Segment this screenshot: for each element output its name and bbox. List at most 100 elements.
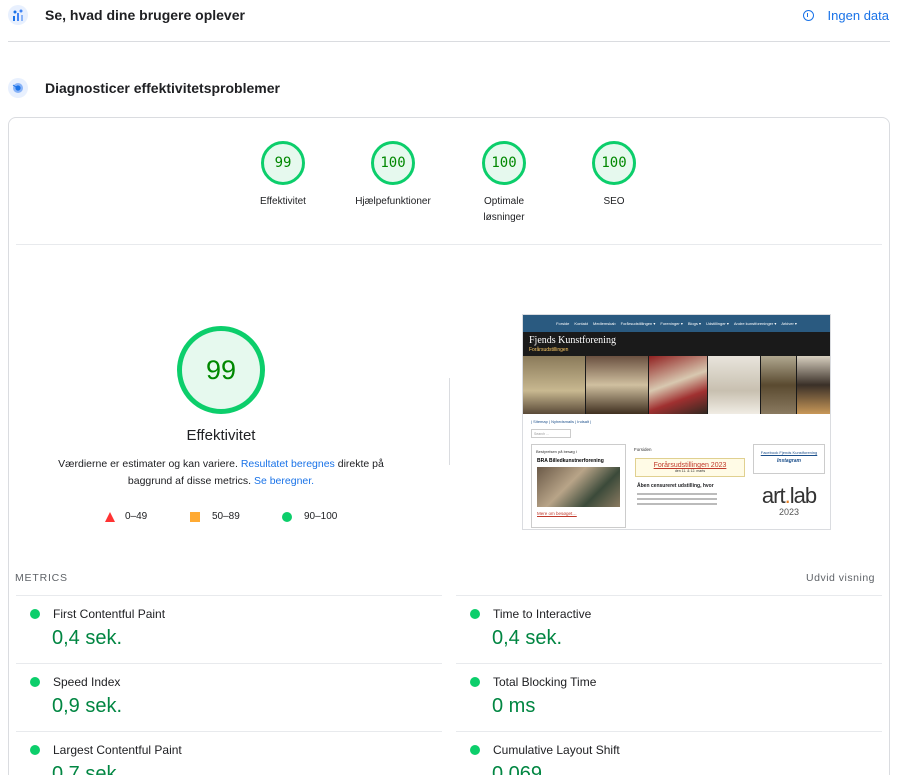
thumb-nav-item: Blogs ▾	[687, 321, 701, 326]
gauge-score: 100	[592, 141, 636, 185]
thumb-photo	[761, 356, 796, 414]
pass-circle-icon	[470, 677, 480, 687]
thumb-center: Forsiden Forårsudstillingen 2023 den 11.…	[631, 444, 749, 528]
users-chart-icon	[8, 5, 28, 25]
metric-name: Total Blocking Time	[493, 675, 597, 689]
vertical-divider	[449, 378, 450, 465]
thumb-photo	[797, 356, 830, 414]
divider	[16, 244, 882, 245]
field-data-title: Se, hvad dine brugere oplever	[45, 7, 245, 23]
metric-value: 0,7 sek.	[52, 763, 123, 775]
gauge-score: 99	[261, 141, 305, 185]
metric-value: 0,069	[492, 763, 543, 775]
thumb-photo	[537, 467, 620, 507]
calculator-link[interactable]: Se beregner.	[254, 475, 314, 487]
metric-name: Speed Index	[53, 675, 121, 689]
square-icon	[190, 511, 200, 522]
thumb-left-box: Bestyrelsen på besøg i BRA Billedkunstne…	[531, 444, 626, 528]
thumb-photo	[649, 356, 707, 414]
gauge-seo[interactable]: 100 SEO	[559, 141, 669, 210]
gauge-score: 100	[482, 141, 526, 185]
metrics-label: METRICS	[15, 572, 68, 584]
gauge-label: SEO	[603, 196, 625, 207]
thumb-nav-item: Foreninger ▾	[660, 321, 683, 326]
pass-circle-icon	[30, 609, 40, 619]
thumb-site-title: Fjends Kunstforening	[529, 335, 616, 346]
thumb-text: art	[761, 483, 786, 508]
gauge-label: Optimale løsninger	[483, 196, 525, 223]
gauge-best-practices[interactable]: 100 Optimale løsninger	[449, 141, 559, 226]
thumb-nav-item: Forside	[556, 321, 570, 326]
thumb-banner: Fjends Kunstforening Forårsudstillingen	[523, 332, 830, 414]
lab-data-header: Diagnosticer effektivitetsproblemer	[8, 78, 280, 98]
thumb-nav-item: Andre kunstforeninger ▾	[733, 321, 777, 326]
pass-circle-icon	[470, 745, 480, 755]
metric-tbt: Total Blocking Time 0 ms	[456, 663, 882, 731]
metric-name: Largest Contentful Paint	[53, 743, 182, 757]
metric-value: 0,4 sek.	[52, 627, 123, 649]
thumb-text: Facebook Fjends Kunstforening	[760, 450, 818, 455]
triangle-icon	[105, 511, 115, 522]
thumb-line	[637, 503, 717, 505]
metric-si: Speed Index 0,9 sek.	[16, 663, 442, 731]
metric-name: Time to Interactive	[493, 607, 592, 621]
metric-value: 0,9 sek.	[52, 695, 123, 717]
thumb-line	[637, 493, 717, 495]
legend-average: 50–89	[190, 511, 240, 522]
thumb-text: Forårsudstillingen 2023	[653, 462, 727, 469]
metric-value: 0,4 sek.	[492, 627, 563, 649]
thumb-nav-item: Arkiver ▾	[781, 321, 797, 326]
thumb-nav-item: Forårsudstillingen ▾	[620, 321, 656, 326]
thumb-photo	[523, 356, 585, 414]
metric-tti: Time to Interactive 0,4 sek.	[456, 595, 882, 663]
metric-name: Cumulative Layout Shift	[493, 743, 620, 757]
thumb-text: Åben censureret udstilling, hvor	[637, 483, 714, 489]
metric-fcp: First Contentful Paint 0,4 sek.	[16, 595, 442, 663]
gauge-label: Hjælpefunktioner	[355, 196, 431, 207]
metric-cls: Cumulative Layout Shift 0,069	[456, 731, 882, 775]
thumb-breadcrumb: | Sitemap | Nyhedsmails | Indsalt |	[531, 419, 592, 424]
thumb-link: Mere om besøget…	[537, 511, 577, 516]
legend-range: 50–89	[212, 511, 240, 522]
thumb-social: Facebook Fjends Kunstforening Instagram	[753, 444, 825, 474]
info-icon	[802, 10, 814, 21]
thumb-nav-item: Kontakt	[574, 321, 588, 326]
desc-text: Værdierne er estimater og kan variere.	[58, 458, 241, 470]
metric-name: First Contentful Paint	[53, 607, 166, 621]
legend-fail: 0–49	[105, 511, 147, 522]
performance-title: Effektivitet	[186, 427, 256, 444]
thumb-search: Search ...	[531, 429, 571, 438]
gauge-score: 100	[371, 141, 415, 185]
thumb-artlab-logo: art.lab 2023	[753, 477, 825, 529]
pass-circle-icon	[30, 677, 40, 687]
metric-value: 0 ms	[492, 695, 536, 717]
gauge-accessibility[interactable]: 100 Hjælpefunktioner	[338, 141, 448, 210]
legend-range: 90–100	[304, 511, 338, 522]
lab-data-title: Diagnosticer effektivitetsproblemer	[45, 80, 280, 96]
final-screenshot[interactable]: Forside Kontakt Medlemskab Forårsudstill…	[522, 314, 831, 530]
no-data-label: Ingen data	[827, 8, 889, 23]
pass-circle-icon	[470, 609, 480, 619]
legend-pass: 90–100	[282, 511, 337, 522]
thumb-text: BRA Billedkunstnerforening	[537, 458, 604, 464]
circle-icon	[282, 511, 292, 522]
expand-view-toggle[interactable]: Udvid visning	[806, 572, 875, 584]
thumb-text: Forsiden	[634, 447, 652, 452]
pass-circle-icon	[30, 745, 40, 755]
metric-lcp: Largest Contentful Paint 0,7 sek.	[16, 731, 442, 775]
no-data-link[interactable]: Ingen data	[802, 8, 889, 23]
thumb-text: lab	[789, 483, 817, 508]
gauge-performance[interactable]: 99 Effektivitet	[228, 141, 338, 210]
field-data-header: Se, hvad dine brugere oplever	[8, 5, 245, 25]
thumb-nav-item: Medlemskab	[592, 321, 616, 326]
thumb-site-subtitle: Forårsudstillingen	[529, 347, 569, 353]
thumb-photo	[586, 356, 648, 414]
lighthouse-icon	[8, 78, 28, 98]
thumb-photo	[708, 356, 760, 414]
scoring-link[interactable]: Resultatet beregnes	[241, 458, 335, 470]
legend-range: 0–49	[125, 511, 148, 522]
performance-gauge: 99	[177, 326, 265, 414]
thumb-line	[637, 498, 717, 500]
thumb-nav-item: Udstillinger ▾	[705, 321, 729, 326]
thumb-text: Bestyrelsen på besøg i	[536, 449, 577, 454]
